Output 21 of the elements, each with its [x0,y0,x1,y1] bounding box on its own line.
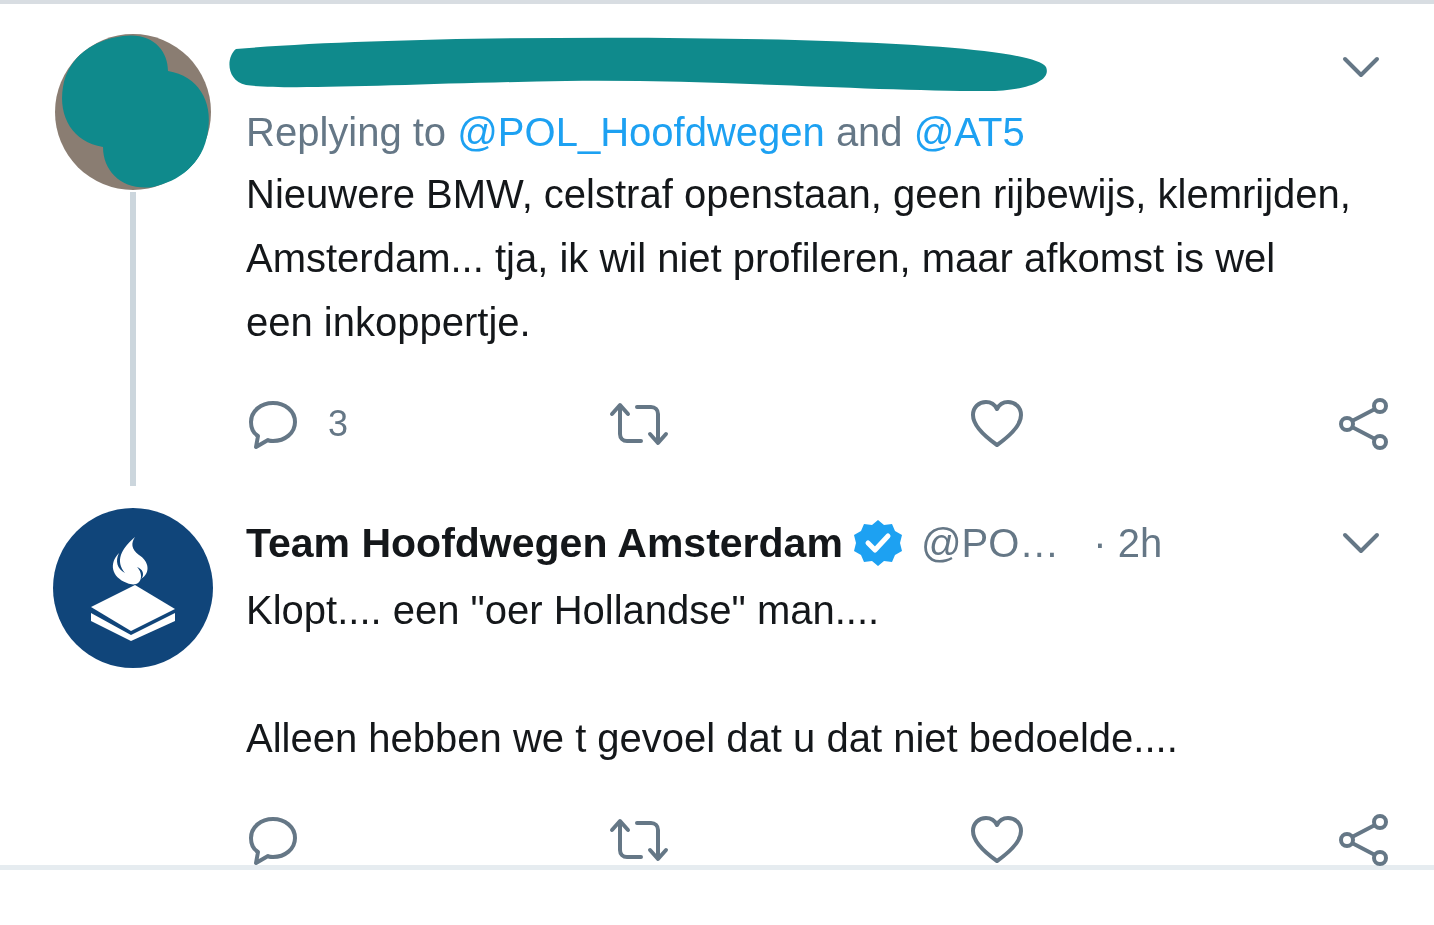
timestamp: · 2h [1093,520,1163,566]
share-icon[interactable] [1336,397,1390,451]
retweet-icon[interactable] [608,402,670,446]
tweet-text: Klopt.... een "oer Hollandse" man.... [246,587,881,634]
reply-count: 3 [328,403,349,445]
replying-to-text: Replying to @POL_Hoofdwegen and @AT5 [246,109,1026,156]
reply-icon[interactable] [246,398,300,450]
scribbled-avatar-drawing[interactable] [53,32,213,192]
user-handle: @PO… [920,520,1060,566]
caret-icon[interactable] [1342,532,1380,554]
share-icon[interactable] [1336,813,1390,867]
heart-icon[interactable] [970,815,1024,865]
reply-icon[interactable] [246,814,300,866]
author-name[interactable]: Team Hoofdwegen Amsterdam [246,519,843,567]
heart-icon[interactable] [970,399,1024,449]
mention-link[interactable]: @POL_Hoofdwegen [457,110,825,154]
tweet-text: Nieuwere BMW, celstraf openstaan, geen rijbewijs, klemrijden, Amsterdam... tja, ik wil niet profileren, maar afkomst is wel een inkoppertje. [246,171,1351,346]
caret-icon[interactable] [1342,56,1380,78]
tweet-text: Alleen hebben we t gevoel dat u dat niet bedoelde.... [246,715,1179,762]
retweet-icon[interactable] [608,818,670,862]
mention-link[interactable]: @AT5 [913,110,1025,154]
